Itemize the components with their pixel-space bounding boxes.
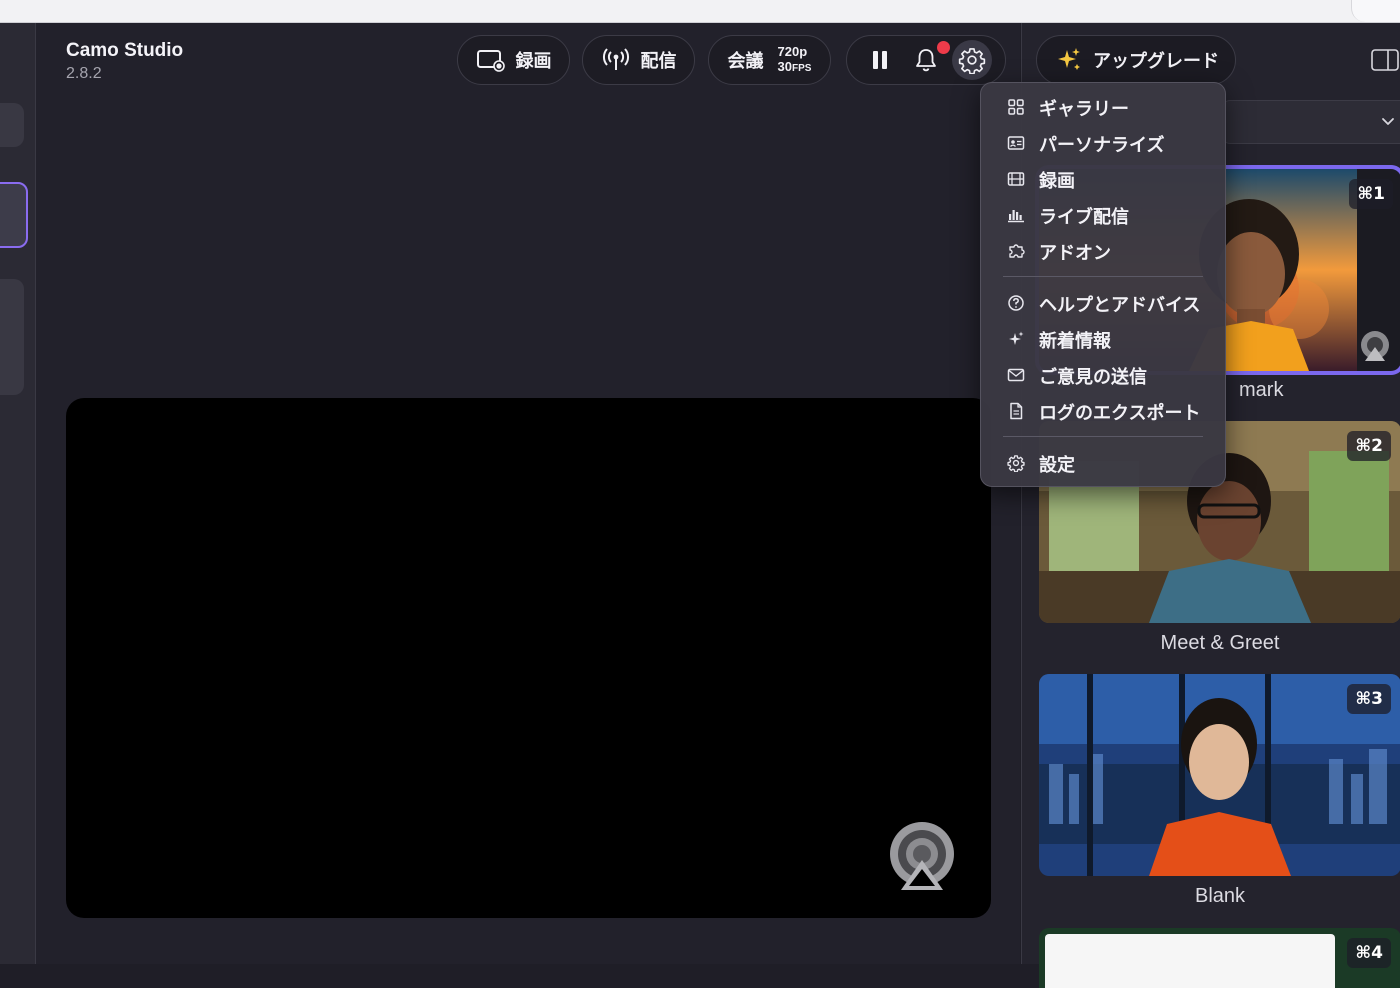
background-card-blank[interactable]: ⌘3 xyxy=(1039,674,1400,876)
pause-icon xyxy=(873,51,887,69)
menu-item-label: 新着情報 xyxy=(1039,331,1111,352)
sparkles-icon xyxy=(1058,48,1080,70)
menu-separator xyxy=(1003,276,1203,277)
menu-item-label: ライブ配信 xyxy=(1039,207,1129,228)
resolution-value: 720p xyxy=(777,44,808,59)
menu-item-label: ご意見の送信 xyxy=(1039,367,1147,388)
chevron-down-icon xyxy=(1382,118,1394,125)
app-title: Camo Studio xyxy=(66,40,184,61)
airplay-icon[interactable] xyxy=(887,820,957,892)
menu-item-label: ギャラリー xyxy=(1039,99,1129,120)
fps-value: 30FPS xyxy=(777,59,812,74)
pause-button[interactable] xyxy=(860,40,900,80)
background-label: Meet & Greet xyxy=(1160,632,1280,654)
notifications-button[interactable] xyxy=(906,40,950,80)
rail-item-selected[interactable] xyxy=(0,182,28,248)
menu-item-settings[interactable]: 設定 xyxy=(981,447,1225,479)
background-category-dropdown[interactable] xyxy=(1222,100,1400,144)
menu-item-label: 設定 xyxy=(1039,455,1075,476)
rail-item-3[interactable] xyxy=(0,279,24,395)
record-button[interactable]: 録画 xyxy=(457,35,570,85)
puzzle-icon xyxy=(1009,244,1025,258)
shortcut-badge: ⌘1 xyxy=(1349,179,1393,209)
menu-separator xyxy=(1003,436,1203,437)
record-screen-icon xyxy=(476,50,505,72)
meeting-button[interactable]: 会議 720p 30FPS xyxy=(708,35,831,85)
menu-item-live-stream[interactable]: ライブ配信 xyxy=(981,199,1225,231)
left-rail xyxy=(0,23,36,964)
stream-button[interactable]: 配信 xyxy=(582,35,695,85)
menu-item-personalize[interactable]: パーソナライズ xyxy=(981,127,1225,159)
sparkle-icon xyxy=(1009,331,1024,345)
menu-item-label: パーソナライズ xyxy=(1039,135,1165,156)
controls-group xyxy=(846,35,1006,85)
window-top-strip xyxy=(0,0,1400,23)
sidebar-toggle-icon[interactable] xyxy=(1371,49,1399,71)
settings-button[interactable] xyxy=(952,40,992,80)
meeting-label: 会議 xyxy=(727,51,764,72)
menu-item-label: 録画 xyxy=(1039,171,1075,192)
background-card-4[interactable]: ⌘4 xyxy=(1039,928,1400,988)
gear-icon xyxy=(1007,455,1025,472)
broadcast-icon xyxy=(602,48,629,70)
resolution-info: 720p 30FPS xyxy=(778,44,812,76)
menu-item-gallery[interactable]: ギャラリー xyxy=(981,91,1225,123)
id-card-icon xyxy=(1007,136,1025,150)
menu-item-record[interactable]: 録画 xyxy=(981,163,1225,195)
background-thumbnail xyxy=(1039,674,1400,876)
bars-icon xyxy=(1008,210,1024,223)
record-label: 録画 xyxy=(515,51,552,72)
menu-item-label: ヘルプとアドバイス xyxy=(1039,295,1201,316)
rail-item-1[interactable] xyxy=(0,103,24,147)
settings-menu: ギャラリー パーソナライズ 録画 ライブ配信 アドオン ヘルプとアドバイス 新着… xyxy=(980,82,1226,487)
stream-label: 配信 xyxy=(640,51,677,72)
menu-item-label: アドオン xyxy=(1039,243,1111,264)
main-area: Camo Studio 2.8.2 録画 配信 会議 720p 30FPS xyxy=(36,23,1020,964)
shortcut-badge: ⌘2 xyxy=(1347,431,1391,461)
film-icon xyxy=(1007,172,1025,186)
question-circle-icon xyxy=(1008,295,1024,311)
menu-item-export-logs[interactable]: ログのエクスポート xyxy=(981,395,1225,427)
window-corner xyxy=(1351,0,1400,22)
document-icon xyxy=(1010,402,1023,420)
upgrade-button[interactable]: アップグレード xyxy=(1036,35,1236,85)
document-thumbnail xyxy=(1045,934,1335,988)
shortcut-badge: ⌘3 xyxy=(1347,684,1391,714)
camera-preview xyxy=(66,398,991,918)
grid-icon xyxy=(1008,99,1024,115)
background-label: Blank xyxy=(1194,885,1246,907)
gear-icon xyxy=(958,48,986,74)
bell-icon xyxy=(916,49,936,72)
envelope-icon xyxy=(1007,368,1025,382)
menu-item-whats-new[interactable]: 新着情報 xyxy=(981,323,1225,355)
upgrade-label: アップグレード xyxy=(1093,51,1219,72)
menu-item-label: ログのエクスポート xyxy=(1039,403,1201,424)
menu-item-help[interactable]: ヘルプとアドバイス xyxy=(981,287,1225,319)
menu-item-feedback[interactable]: ご意見の送信 xyxy=(981,359,1225,391)
menu-item-addons[interactable]: アドオン xyxy=(981,235,1225,267)
app-version: 2.8.2 xyxy=(66,65,102,82)
notification-dot xyxy=(937,41,950,54)
